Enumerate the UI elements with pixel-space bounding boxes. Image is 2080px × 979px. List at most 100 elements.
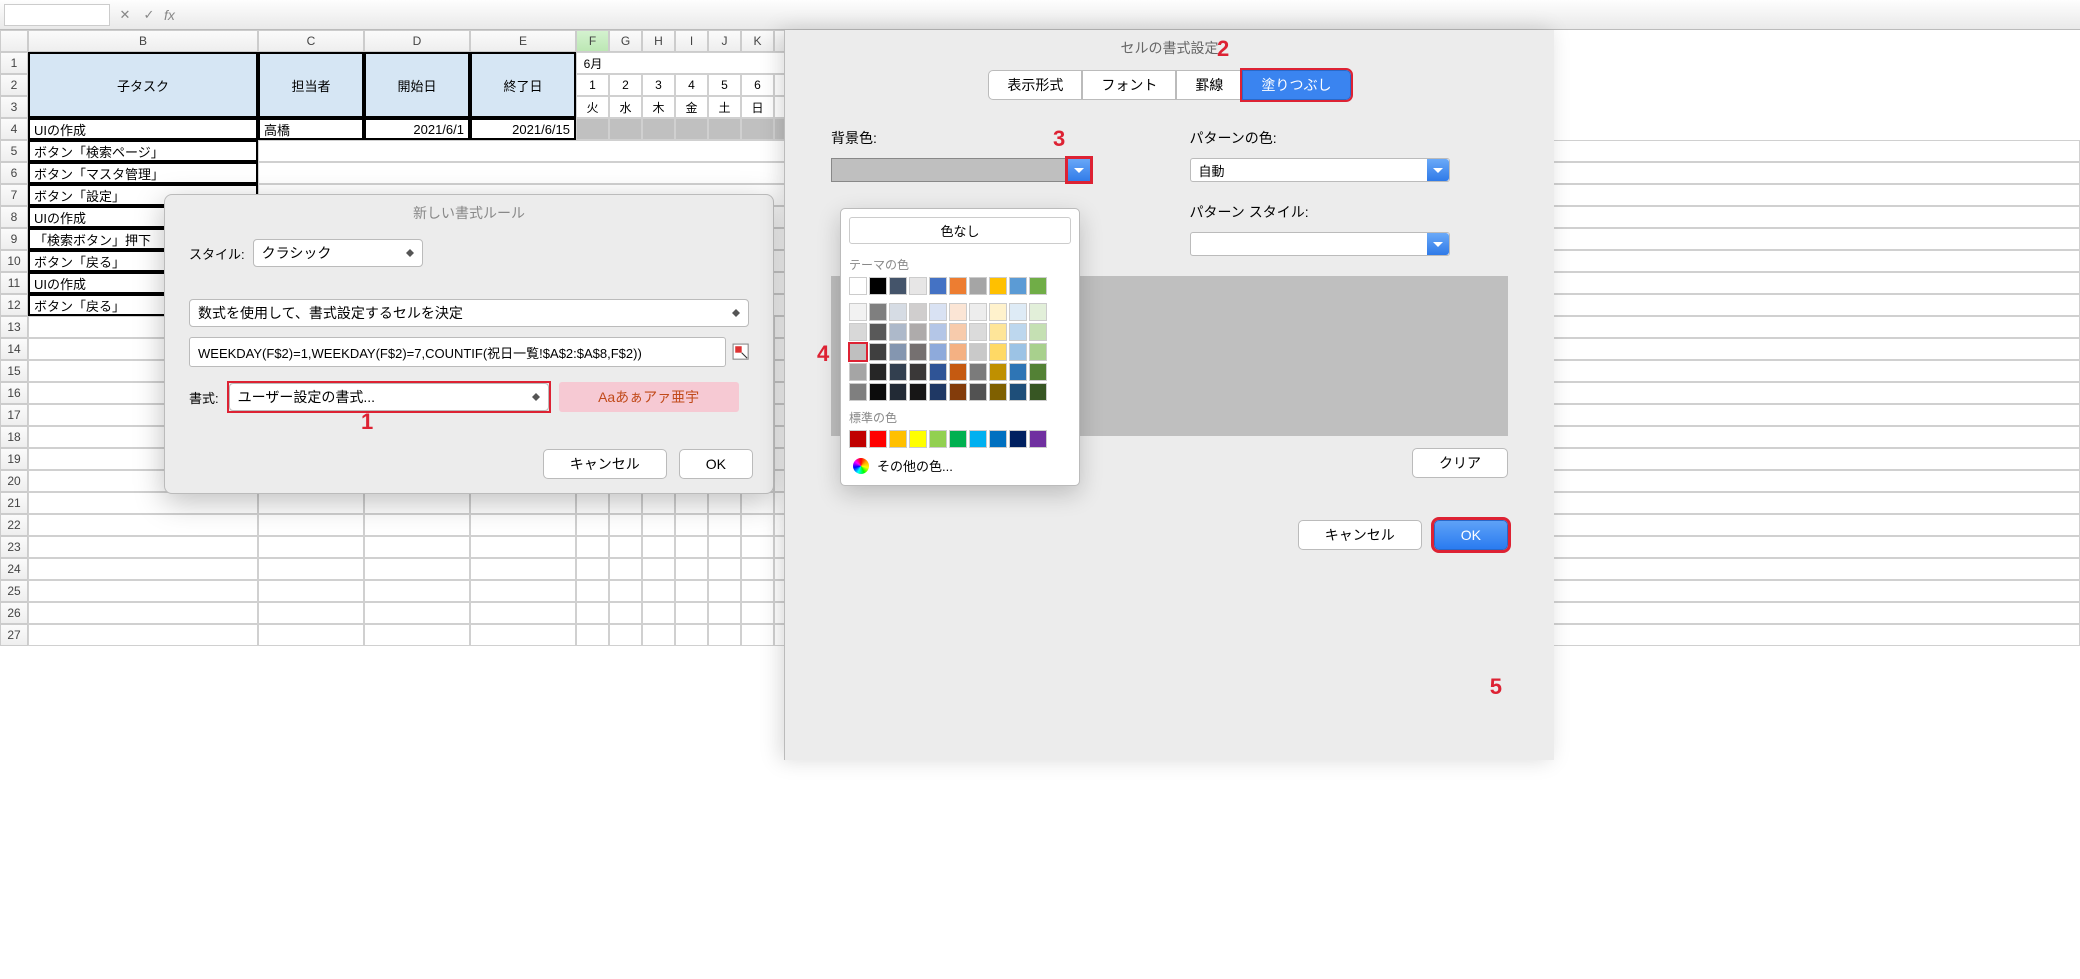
- color-swatch[interactable]: [1009, 363, 1027, 381]
- color-swatch[interactable]: [1029, 363, 1047, 381]
- row-10[interactable]: 10: [0, 250, 28, 272]
- color-swatch[interactable]: [849, 383, 867, 401]
- ok-button[interactable]: OK: [679, 449, 753, 479]
- day-4[interactable]: 4: [675, 74, 708, 96]
- name-box[interactable]: [4, 4, 110, 26]
- color-swatch[interactable]: [1009, 430, 1027, 448]
- row-7[interactable]: 7: [0, 184, 28, 206]
- cell-J4[interactable]: [708, 118, 741, 140]
- day-1[interactable]: 1: [576, 74, 609, 96]
- row-4[interactable]: 4: [0, 118, 28, 140]
- color-swatch[interactable]: [949, 303, 967, 321]
- color-swatch[interactable]: [889, 323, 907, 341]
- color-swatch[interactable]: [929, 430, 947, 448]
- wday-6[interactable]: 日: [741, 96, 774, 118]
- hdr-end[interactable]: 終了日: [470, 52, 576, 118]
- color-swatch[interactable]: [849, 363, 867, 381]
- row-19[interactable]: 19: [0, 448, 28, 470]
- color-swatch[interactable]: [869, 277, 887, 295]
- row-22[interactable]: 22: [0, 514, 28, 536]
- color-swatch[interactable]: [929, 303, 947, 321]
- color-swatch[interactable]: [889, 430, 907, 448]
- cell-I4[interactable]: [675, 118, 708, 140]
- wday-2[interactable]: 水: [609, 96, 642, 118]
- color-swatch[interactable]: [929, 323, 947, 341]
- cell-B5[interactable]: ボタン「検索ページ」: [28, 140, 258, 162]
- tab-fill[interactable]: 塗りつぶし: [1242, 70, 1350, 100]
- color-swatch[interactable]: [989, 323, 1007, 341]
- color-swatch[interactable]: [849, 323, 867, 341]
- col-H[interactable]: H: [642, 30, 675, 52]
- row-23[interactable]: 23: [0, 536, 28, 558]
- color-swatch[interactable]: [989, 343, 1007, 361]
- clear-button[interactable]: クリア: [1412, 448, 1508, 478]
- color-swatch[interactable]: [1029, 323, 1047, 341]
- refedit-icon[interactable]: [732, 343, 749, 361]
- color-swatch[interactable]: [869, 323, 887, 341]
- cancel-button[interactable]: キャンセル: [543, 449, 667, 479]
- color-swatch[interactable]: [989, 303, 1007, 321]
- no-color-button[interactable]: 色なし: [849, 217, 1071, 244]
- accept-formula-icon[interactable]: ✓: [140, 6, 158, 24]
- rule-type-select[interactable]: 数式を使用して、書式設定するセルを決定: [189, 299, 749, 327]
- cell-E4[interactable]: 2021/6/15: [470, 118, 576, 140]
- color-swatch[interactable]: [1009, 383, 1027, 401]
- month-cell[interactable]: 6月: [576, 52, 609, 74]
- cell-F4[interactable]: [576, 118, 609, 140]
- cell-B6[interactable]: ボタン「マスタ管理」: [28, 162, 258, 184]
- col-I[interactable]: I: [675, 30, 708, 52]
- col-D[interactable]: D: [364, 30, 470, 52]
- color-swatch[interactable]: [869, 303, 887, 321]
- row-8[interactable]: 8: [0, 206, 28, 228]
- color-swatch[interactable]: [889, 383, 907, 401]
- bg-color-button[interactable]: [831, 158, 1091, 182]
- color-swatch[interactable]: [909, 383, 927, 401]
- color-swatch[interactable]: [869, 343, 887, 361]
- color-swatch[interactable]: [1029, 343, 1047, 361]
- row-1[interactable]: 1: [0, 52, 28, 74]
- color-swatch[interactable]: [929, 343, 947, 361]
- color-swatch[interactable]: [969, 277, 987, 295]
- row-9[interactable]: 9: [0, 228, 28, 250]
- color-swatch[interactable]: [989, 430, 1007, 448]
- col-J[interactable]: J: [708, 30, 741, 52]
- color-swatch[interactable]: [889, 343, 907, 361]
- chevron-down-icon[interactable]: [1427, 159, 1449, 181]
- hdr-subtask[interactable]: 子タスク: [28, 52, 258, 118]
- color-swatch[interactable]: [949, 277, 967, 295]
- color-swatch[interactable]: [1029, 430, 1047, 448]
- color-swatch[interactable]: [949, 430, 967, 448]
- color-swatch[interactable]: [929, 383, 947, 401]
- chevron-down-icon[interactable]: [1427, 233, 1449, 255]
- day-5[interactable]: 5: [708, 74, 741, 96]
- row-17[interactable]: 17: [0, 404, 28, 426]
- color-swatch[interactable]: [889, 303, 907, 321]
- day-3[interactable]: 3: [642, 74, 675, 96]
- day-6[interactable]: 6: [741, 74, 774, 96]
- color-swatch[interactable]: [1009, 343, 1027, 361]
- cell-G4[interactable]: [609, 118, 642, 140]
- color-swatch[interactable]: [949, 383, 967, 401]
- day-2[interactable]: 2: [609, 74, 642, 96]
- col-K[interactable]: K: [741, 30, 774, 52]
- color-swatch[interactable]: [909, 303, 927, 321]
- col-E[interactable]: E: [470, 30, 576, 52]
- color-swatch[interactable]: [949, 343, 967, 361]
- color-swatch[interactable]: [989, 277, 1007, 295]
- color-swatch[interactable]: [849, 303, 867, 321]
- tab-font[interactable]: フォント: [1082, 70, 1176, 100]
- color-swatch[interactable]: [1009, 303, 1027, 321]
- row-11[interactable]: 11: [0, 272, 28, 294]
- select-all[interactable]: [0, 30, 28, 52]
- more-colors-button[interactable]: その他の色...: [849, 450, 1071, 477]
- style-select[interactable]: クラシック: [253, 239, 423, 267]
- color-swatch[interactable]: [1029, 277, 1047, 295]
- cell-K4[interactable]: [741, 118, 774, 140]
- color-swatch[interactable]: [909, 323, 927, 341]
- cell-B4[interactable]: UIの作成: [28, 118, 258, 140]
- color-swatch[interactable]: [969, 363, 987, 381]
- cell-D4[interactable]: 2021/6/1: [364, 118, 470, 140]
- color-swatch[interactable]: [969, 303, 987, 321]
- color-swatch[interactable]: [969, 383, 987, 401]
- color-swatch[interactable]: [869, 383, 887, 401]
